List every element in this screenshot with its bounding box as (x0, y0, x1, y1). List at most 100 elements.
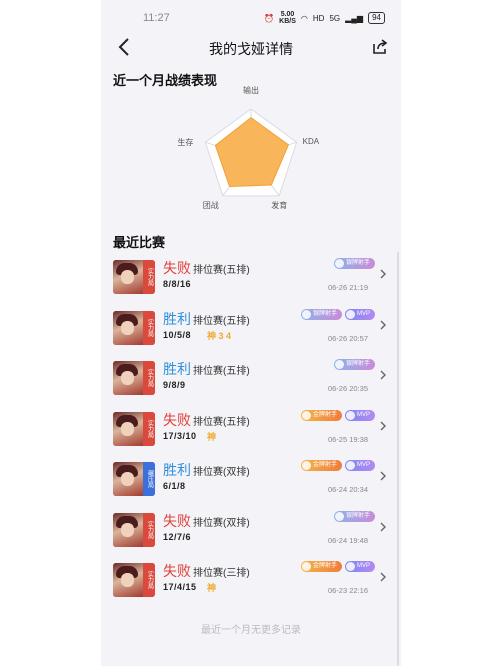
hero-face (121, 421, 134, 436)
hero-face (121, 270, 134, 284)
chevron-right-icon[interactable] (379, 268, 387, 280)
legendary-mark: 神 (207, 583, 217, 593)
match-row[interactable]: 实力局 胜利 排位赛(五排) 10/5/8 神 3 4 银牌射手 MVP 06-2… (111, 308, 393, 351)
hero-avatar: 实力局 (113, 361, 155, 395)
hero-face (121, 371, 134, 385)
match-mode: 排位赛(五排) (193, 366, 250, 377)
monthly-performance-title: 近一个月战绩表现 (113, 73, 218, 88)
match-kda: 10/5/8 (163, 329, 192, 340)
match-tag: 实力局 (143, 260, 155, 294)
match-result: 失败 (163, 411, 191, 428)
match-row[interactable]: 碾压局 胜利 排位赛(双排) 6/1/8 金牌射手 MVP 06-24 20:34 (111, 460, 393, 502)
scrollbar[interactable] (397, 252, 399, 666)
medal-badge: 金牌射手 (300, 460, 342, 471)
medal-badge: 银牌射手 (333, 510, 375, 522)
match-time: 06-26 21:19 (327, 283, 368, 292)
chevron-right-icon[interactable] (379, 369, 387, 381)
net-speed: 5.00 KB/S (279, 11, 296, 25)
network-type: 5G (329, 13, 341, 23)
match-result: 失败 (163, 563, 191, 579)
match-badges: 银牌射手 MVP (300, 308, 375, 320)
match-kda: 17/3/10 (163, 430, 197, 441)
match-badges: 金牌射手 MVP (300, 460, 375, 471)
mvp-badge: MVP (344, 561, 375, 572)
share-icon[interactable] (371, 38, 389, 56)
radar-label-survival: 生存 (177, 138, 194, 148)
match-result: 胜利 (163, 462, 191, 478)
net-speed-value: 5.00 (280, 11, 295, 18)
medal-badge: 金牌射手 (300, 561, 342, 572)
medal-badge: 银牌射手 (333, 359, 375, 370)
match-tag: 实力局 (143, 310, 155, 345)
match-mode: 排位赛(双排) (193, 467, 250, 478)
match-kda: 17/4/15 (163, 582, 197, 592)
match-time: 06-23 22:16 (327, 586, 368, 595)
hero-avatar: 碾压局 (113, 462, 155, 496)
chevron-right-icon[interactable] (379, 420, 387, 432)
hero-face (121, 573, 134, 587)
status-bar: 11:27 ⏰ 5.00 KB/S ◠ HD 5G ▂▄▆ 94 (101, 0, 401, 34)
match-result: 失败 (163, 512, 191, 529)
hero-avatar: 实力局 (113, 411, 155, 446)
medal-badge: 银牌射手 (300, 308, 342, 320)
radar-label-kda: KDA (302, 137, 320, 147)
match-kda: 8/8/16 (163, 279, 192, 289)
match-time: 06-25 19:38 (327, 434, 368, 444)
match-badges: 金牌射手 MVP (300, 561, 375, 572)
hero-face (121, 472, 134, 486)
page-title: 我的戈娅详情 (209, 41, 293, 57)
match-mode: 排位赛(五排) (193, 315, 250, 327)
phone-screen: 11:27 ⏰ 5.00 KB/S ◠ HD 5G ▂▄▆ 94 我的戈娅详情 … (101, 0, 401, 666)
match-time: 06-26 20:57 (327, 333, 368, 343)
match-time: 06-26 20:35 (327, 384, 368, 393)
hero-avatar: 实力局 (113, 260, 155, 294)
match-badges: 银牌射手 (333, 359, 375, 370)
signal-icon: ▂▄▆ (345, 13, 364, 23)
hero-avatar: 实力局 (113, 563, 155, 597)
performance-radar-chart: 输出 KDA 发育 团战 生存 (171, 86, 331, 215)
net-speed-unit: KB/S (279, 18, 296, 25)
mvp-badge: MVP (344, 308, 375, 320)
chevron-right-icon[interactable] (379, 470, 387, 482)
chevron-right-icon[interactable] (379, 571, 387, 583)
alarm-icon: ⏰ (264, 13, 275, 23)
match-tag: 实力局 (143, 563, 155, 597)
match-result: 失败 (163, 260, 191, 276)
match-row[interactable]: 实力局 失败 排位赛(双排) 12/7/6 银牌射手 06-24 19:48 (111, 510, 393, 553)
match-row[interactable]: 实力局 失败 排位赛(五排) 17/3/10 神 金牌射手 MVP 06-25 1… (111, 409, 393, 452)
no-more-records: 最近一个月无更多记录 (201, 625, 301, 636)
radar-svg (204, 108, 298, 197)
match-tag: 实力局 (143, 512, 155, 547)
match-result: 胜利 (163, 310, 191, 327)
match-row[interactable]: 实力局 失败 排位赛(五排) 8/8/16 银牌射手 06-26 21:19 (111, 258, 393, 300)
match-kda: 6/1/8 (163, 481, 186, 491)
nav-bar: 我的戈娅详情 (101, 34, 401, 62)
match-kda: 12/7/6 (163, 531, 192, 542)
legendary-mark: 神 3 4 (207, 330, 232, 341)
match-badges: 银牌射手 (333, 510, 375, 522)
mvp-badge: MVP (344, 409, 375, 421)
hero-face (121, 522, 134, 537)
radar-label-teamfight: 团战 (202, 200, 219, 210)
match-mode: 排位赛(三排) (193, 568, 250, 579)
match-tag: 实力局 (143, 411, 155, 446)
match-badges: 金牌射手 MVP (300, 409, 375, 421)
mvp-badge: MVP (344, 460, 375, 471)
match-mode: 排位赛(五排) (193, 416, 250, 428)
chevron-right-icon[interactable] (379, 319, 387, 331)
match-mode: 排位赛(五排) (193, 265, 250, 276)
wifi-icon: ◠ (300, 13, 308, 23)
status-icons: ⏰ 5.00 KB/S ◠ HD 5G ▂▄▆ 94 (264, 11, 385, 25)
match-time: 06-24 20:34 (327, 485, 368, 494)
match-badges: 银牌射手 (333, 258, 375, 269)
legendary-mark: 神 (207, 431, 217, 442)
hero-avatar: 实力局 (113, 512, 155, 547)
match-mode: 排位赛(双排) (193, 517, 250, 529)
match-row[interactable]: 实力局 失败 排位赛(三排) 17/4/15 神 金牌射手 MVP 06-23 2… (111, 561, 393, 603)
chevron-right-icon[interactable] (379, 521, 387, 533)
radar-label-development: 发育 (271, 200, 288, 210)
match-row[interactable]: 实力局 胜利 排位赛(五排) 9/8/9 银牌射手 06-26 20:35 (111, 359, 393, 401)
hero-avatar: 实力局 (113, 310, 155, 345)
medal-badge: 银牌射手 (333, 258, 375, 269)
recent-matches-title: 最近比赛 (113, 235, 166, 250)
